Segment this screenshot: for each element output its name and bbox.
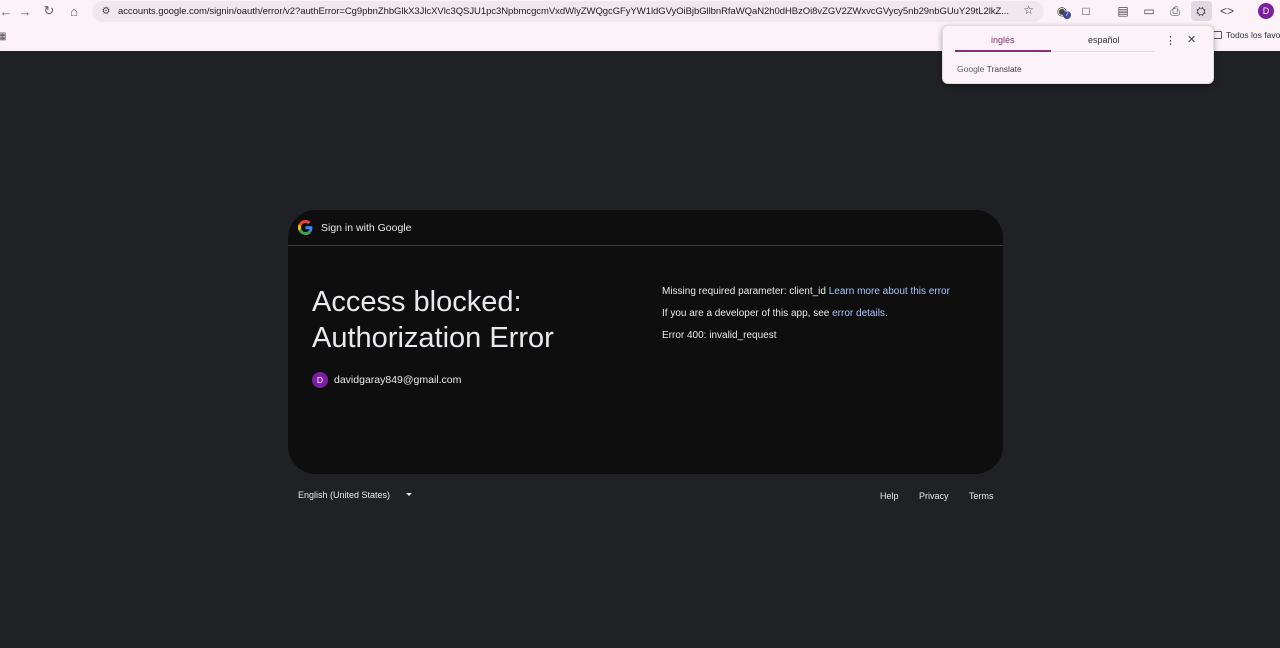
page-title: Access blocked: Authorization Error — [312, 284, 612, 356]
error-param-text: Missing required parameter: client_id — [662, 286, 826, 297]
translate-popup: inglés español ⋮ ✕ Google Translate — [942, 25, 1214, 84]
developer-text: If you are a developer of this app, see — [662, 308, 830, 319]
language-select[interactable]: English (United States) — [298, 490, 412, 500]
terms-link[interactable]: Terms — [969, 491, 994, 501]
translate-tab-source[interactable]: inglés — [991, 35, 1015, 45]
learn-more-link[interactable]: Learn more about this error — [829, 286, 950, 297]
account-email: davidgaray849@gmail.com — [334, 374, 462, 386]
home-icon[interactable]: ⌂ — [62, 0, 86, 22]
close-icon[interactable]: ✕ — [1187, 33, 1196, 46]
address-bar[interactable]: ⚙ accounts.google.com/signin/oauth/error… — [92, 1, 1044, 22]
privacy-link[interactable]: Privacy — [919, 491, 949, 501]
translate-brand-product: Translate — [986, 64, 1022, 74]
translate-branding: Google Translate — [957, 64, 1022, 74]
developer-text-end: . — [884, 308, 888, 319]
site-settings-icon[interactable]: ⚙ — [98, 4, 114, 20]
reading-mode-icon[interactable]: ▤ — [1112, 0, 1134, 22]
extension-badge: 7 — [1063, 11, 1071, 19]
reload-icon[interactable]: ↻ — [37, 0, 61, 22]
extension-icon[interactable]: ◉ — [1051, 0, 1073, 22]
google-logo-icon — [298, 220, 313, 235]
active-tab-indicator — [955, 50, 1051, 52]
error-code: Error 400: invalid_request — [662, 330, 777, 341]
apps-grid-icon[interactable]: ▦ — [0, 31, 6, 42]
error-param-line: Missing required parameter: client_id Le… — [662, 286, 950, 297]
translate-brand-google: Google — [957, 64, 985, 74]
language-select-value: English (United States) — [298, 490, 391, 500]
cast-icon[interactable]: ▭ — [1138, 0, 1160, 22]
bookmark-star-icon[interactable]: ☆ — [1023, 3, 1034, 17]
browser-toolbar: ← → ↻ ⌂ ⚙ accounts.google.com/signin/oau… — [0, 0, 1280, 24]
chevron-down-icon — [406, 493, 412, 496]
bookmarks-folder-label: Todos los favo — [1226, 30, 1280, 40]
card-header: Sign in with Google — [288, 210, 1003, 246]
developer-line: If you are a developer of this app, see … — [662, 308, 888, 319]
all-bookmarks-folder[interactable]: Todos los favo — [1212, 30, 1280, 40]
error-details-link[interactable]: error details — [832, 308, 885, 319]
more-options-icon[interactable]: ⋮ — [1165, 34, 1176, 47]
profile-avatar[interactable]: D — [1258, 3, 1274, 19]
extensions-puzzle-icon[interactable]: □ — [1075, 0, 1097, 22]
account-chip[interactable]: D davidgaray849@gmail.com — [312, 372, 461, 388]
devtools-icon[interactable]: <> — [1216, 0, 1238, 22]
translate-icon[interactable]: ⛭ — [1190, 0, 1212, 22]
title-line-1: Access blocked: — [312, 286, 522, 318]
print-icon[interactable]: ⎙ — [1164, 0, 1186, 22]
header-title: Sign in with Google — [321, 221, 412, 234]
url-text[interactable]: accounts.google.com/signin/oauth/error/v… — [118, 6, 1018, 17]
help-link[interactable]: Help — [880, 491, 899, 501]
avatar: D — [312, 372, 328, 388]
title-line-2: Authorization Error — [312, 322, 554, 354]
translate-tab-target[interactable]: español — [1088, 35, 1120, 45]
forward-icon[interactable]: → — [13, 0, 37, 22]
signin-error-card: Sign in with Google Access blocked: Auth… — [288, 210, 1003, 474]
